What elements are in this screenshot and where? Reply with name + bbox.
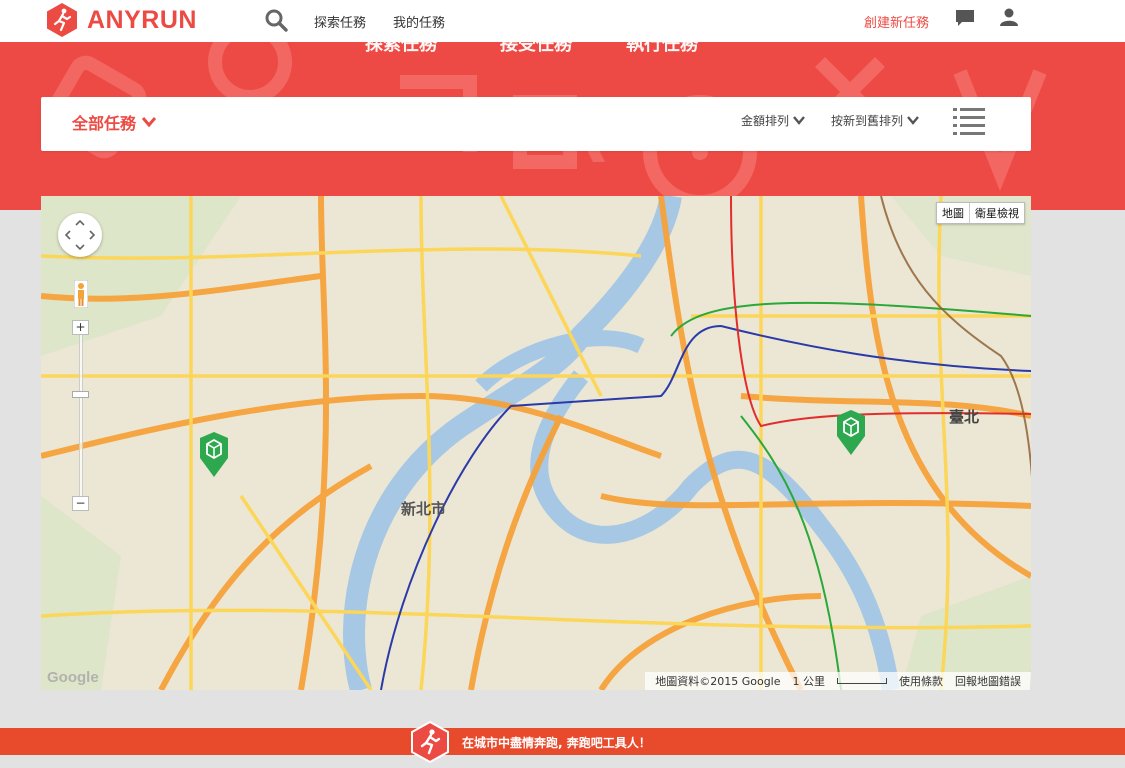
sort-by-amount[interactable]: 金額排列 [741, 112, 805, 129]
hero-tab-execute[interactable]: 執行任務 [626, 42, 698, 56]
brand-name: ANYRUN [87, 5, 197, 34]
sort-by-newest[interactable]: 按新到舊排列 [831, 112, 919, 129]
hero-tab-explore[interactable]: 探索任務 [365, 42, 437, 56]
pan-arrows-icon [64, 219, 96, 251]
zoom-slider-handle[interactable] [72, 391, 89, 398]
map-pan-control[interactable] [58, 213, 102, 257]
nav-my-tasks[interactable]: 我的任務 [393, 12, 445, 31]
map-scale-bar [837, 678, 887, 684]
user-icon[interactable] [999, 7, 1019, 27]
map-type-satellite[interactable]: 衛星檢視 [970, 203, 1024, 223]
all-tasks-dropdown[interactable]: 全部任務 [72, 110, 157, 134]
search-icon[interactable] [264, 8, 288, 32]
nav-explore-tasks[interactable]: 探索任務 [314, 12, 366, 31]
map-data-credit: 地圖資料©2015 Google [655, 675, 781, 688]
report-map-error-link[interactable]: 回報地圖錯誤 [955, 673, 1021, 689]
chat-icon[interactable] [955, 9, 975, 27]
footer-bottom-strip [0, 755, 1125, 768]
terms-of-use-link[interactable]: 使用條款 [899, 673, 943, 689]
map-city-label-taipei: 臺北 [949, 408, 980, 426]
top-navigation-bar: ANYRUN 探索任務 我的任務 創建新任務 [0, 0, 1125, 42]
zoom-slider-track[interactable] [79, 326, 83, 506]
map-scale-label: 1 公里 [792, 675, 826, 688]
list-view-icon[interactable] [953, 106, 985, 138]
task-map[interactable]: 新北市 臺北 地圖 衛星檢視 + − Google 地圖資料©2015 Goog… [41, 196, 1031, 690]
sort-amount-label: 金額排列 [741, 114, 790, 128]
map-type-roadmap[interactable]: 地圖 [937, 203, 970, 223]
map-tiles[interactable] [41, 196, 1031, 690]
task-marker-icon[interactable] [196, 432, 232, 478]
nav-create-task[interactable]: 創建新任務 [864, 12, 929, 31]
chevron-down-icon [142, 117, 157, 127]
footer-slogan: 在城市中盡情奔跑, 奔跑吧工具人！ [462, 736, 651, 750]
map-type-control: 地圖 衛星檢視 [936, 202, 1025, 224]
brand-logo[interactable]: ANYRUN [44, 2, 197, 38]
map-city-label: 新北市 [401, 500, 447, 518]
all-tasks-label: 全部任務 [72, 114, 137, 133]
map-attribution-bar: 地圖資料©2015 Google 1 公里 使用條款 回報地圖錯誤 [645, 672, 1031, 690]
chevron-down-icon [793, 116, 805, 125]
runner-logo-icon[interactable] [409, 721, 451, 763]
sort-date-label: 按新到舊排列 [831, 114, 904, 128]
chevron-down-icon [907, 116, 919, 125]
footer-banner: 在城市中盡情奔跑, 奔跑吧工具人！ [0, 728, 1125, 755]
hero-tab-accept[interactable]: 接受任務 [500, 42, 572, 56]
zoom-out-button[interactable]: − [72, 496, 89, 511]
task-marker-icon[interactable] [833, 410, 869, 456]
task-filter-bar: 全部任務 金額排列 按新到舊排列 [41, 97, 1031, 151]
street-view-pegman-icon[interactable] [74, 280, 88, 308]
runner-logo-icon [47, 3, 77, 37]
zoom-in-button[interactable]: + [72, 320, 89, 335]
google-logo[interactable]: Google [47, 669, 99, 686]
